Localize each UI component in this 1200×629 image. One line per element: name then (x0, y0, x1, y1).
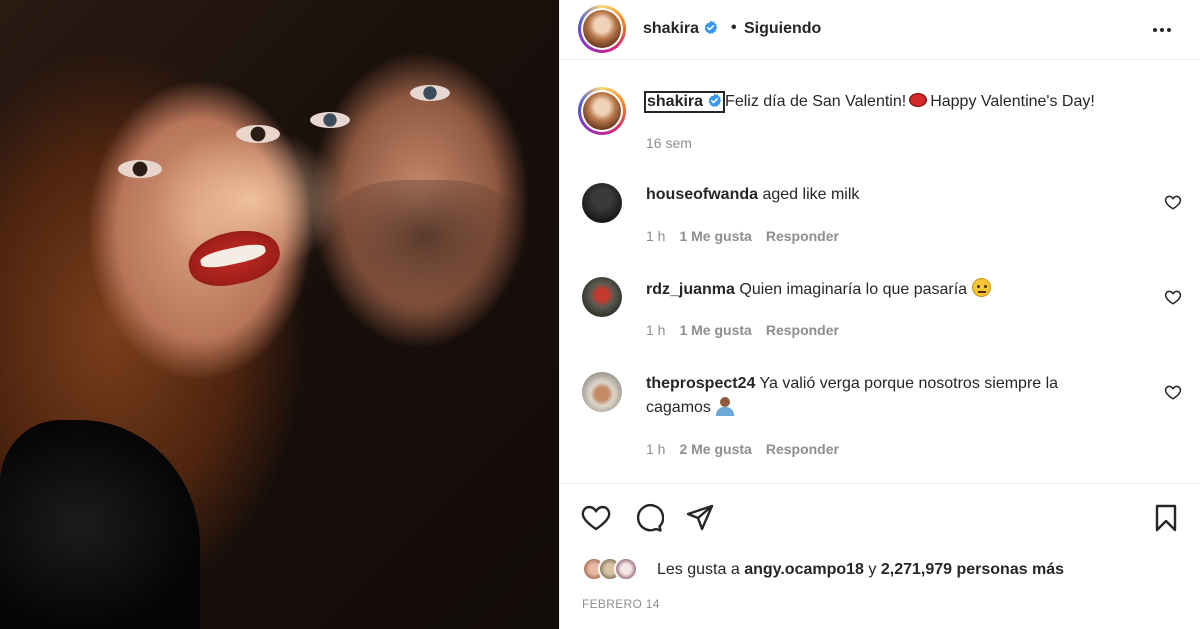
heart-icon[interactable] (1164, 193, 1182, 211)
liker-avatar (614, 557, 638, 581)
comment-likes[interactable]: 1 Me gusta (679, 228, 751, 244)
liked-by-avatars[interactable] (582, 555, 638, 583)
photo-beard (320, 180, 530, 320)
comment-body: rdz_juanma Quien imaginaría lo que pasar… (646, 278, 1146, 302)
post-photo[interactable] (0, 0, 559, 629)
post-side-panel: shakira • Siguiendo shakira Feliz día de … (559, 0, 1200, 629)
likes-count[interactable]: 2,271,979 personas más (881, 561, 1064, 578)
reply-button[interactable]: Responder (766, 441, 839, 457)
person-emoji-icon (715, 396, 735, 416)
comment-time[interactable]: 1 h (646, 228, 665, 244)
caption-avatar[interactable] (578, 87, 626, 135)
likes-joiner: y (868, 561, 877, 578)
comments-section: shakira Feliz día de San Valentin! Happy V… (560, 61, 1200, 483)
comment-text: Quien imaginaría lo que pasaría (739, 281, 968, 298)
more-options-icon[interactable] (1153, 20, 1177, 40)
commenter-username[interactable]: theprospect24 (646, 375, 755, 392)
photo-eye (118, 160, 162, 178)
comment-meta: 1 h 2 Me gusta Responder (646, 441, 853, 457)
heart-icon[interactable] (1164, 288, 1182, 306)
commenter-username[interactable]: houseofwanda (646, 186, 758, 203)
commenter-username[interactable]: rdz_juanma (646, 281, 735, 298)
heart-icon[interactable] (1164, 383, 1182, 401)
comment-meta: 1 h 1 Me gusta Responder (646, 228, 853, 244)
comment-body: houseofwanda aged like milk (646, 183, 1146, 207)
post-header: shakira • Siguiendo (560, 0, 1200, 60)
photo-jacket (0, 420, 200, 629)
reply-button[interactable]: Responder (766, 228, 839, 244)
photo-eye (236, 125, 280, 143)
photo-eye (410, 85, 450, 101)
caption-text-1: Feliz día de San Valentin! (725, 93, 907, 110)
comment-icon[interactable] (632, 502, 664, 534)
comment-likes[interactable]: 1 Me gusta (679, 322, 751, 338)
comment-body: theprospect24 Ya valió verga porque noso… (646, 372, 1106, 420)
author-username[interactable]: shakira (643, 20, 699, 37)
caption-username-link[interactable]: shakira (644, 91, 726, 113)
commenter-avatar[interactable] (582, 372, 622, 412)
liker-username[interactable]: angy.ocampo18 (744, 561, 864, 578)
post-caption: shakira Feliz día de San Valentin! Happy V… (644, 91, 1095, 113)
post-actions: Les gusta a angy.ocampo18 y 2,271,979 pe… (560, 483, 1200, 629)
comment-time[interactable]: 1 h (646, 322, 665, 338)
comment-time[interactable]: 1 h (646, 441, 665, 457)
commenter-avatar[interactable] (582, 183, 622, 223)
likes-summary: Les gusta a angy.ocampo18 y 2,271,979 pe… (657, 561, 1064, 579)
kiss-mark-emoji-icon (909, 93, 928, 107)
caption-username[interactable]: shakira (647, 93, 703, 110)
author-username-link[interactable]: shakira (643, 20, 718, 38)
comment-likes[interactable]: 2 Me gusta (679, 441, 751, 457)
commenter-avatar[interactable] (582, 277, 622, 317)
caption-timestamp[interactable]: 16 sem (646, 135, 692, 151)
neutral-face-emoji-icon (971, 278, 991, 297)
author-avatar[interactable] (578, 5, 626, 53)
photo-eye (310, 112, 350, 128)
verified-badge-icon (704, 20, 718, 35)
comment-meta: 1 h 1 Me gusta Responder (646, 322, 853, 338)
following-button[interactable]: Siguiendo (744, 20, 821, 38)
caption-text-2: Happy Valentine's Day! (930, 93, 1095, 110)
likes-prefix: Les gusta a (657, 561, 740, 578)
verified-badge-icon (708, 93, 722, 108)
heart-icon[interactable] (580, 502, 612, 534)
bookmark-icon[interactable] (1150, 502, 1182, 534)
header-separator: • (731, 19, 737, 36)
post-date[interactable]: FEBRERO 14 (582, 597, 660, 611)
reply-button[interactable]: Responder (766, 322, 839, 338)
comment-text: aged like milk (762, 186, 860, 203)
send-icon[interactable] (684, 502, 716, 534)
